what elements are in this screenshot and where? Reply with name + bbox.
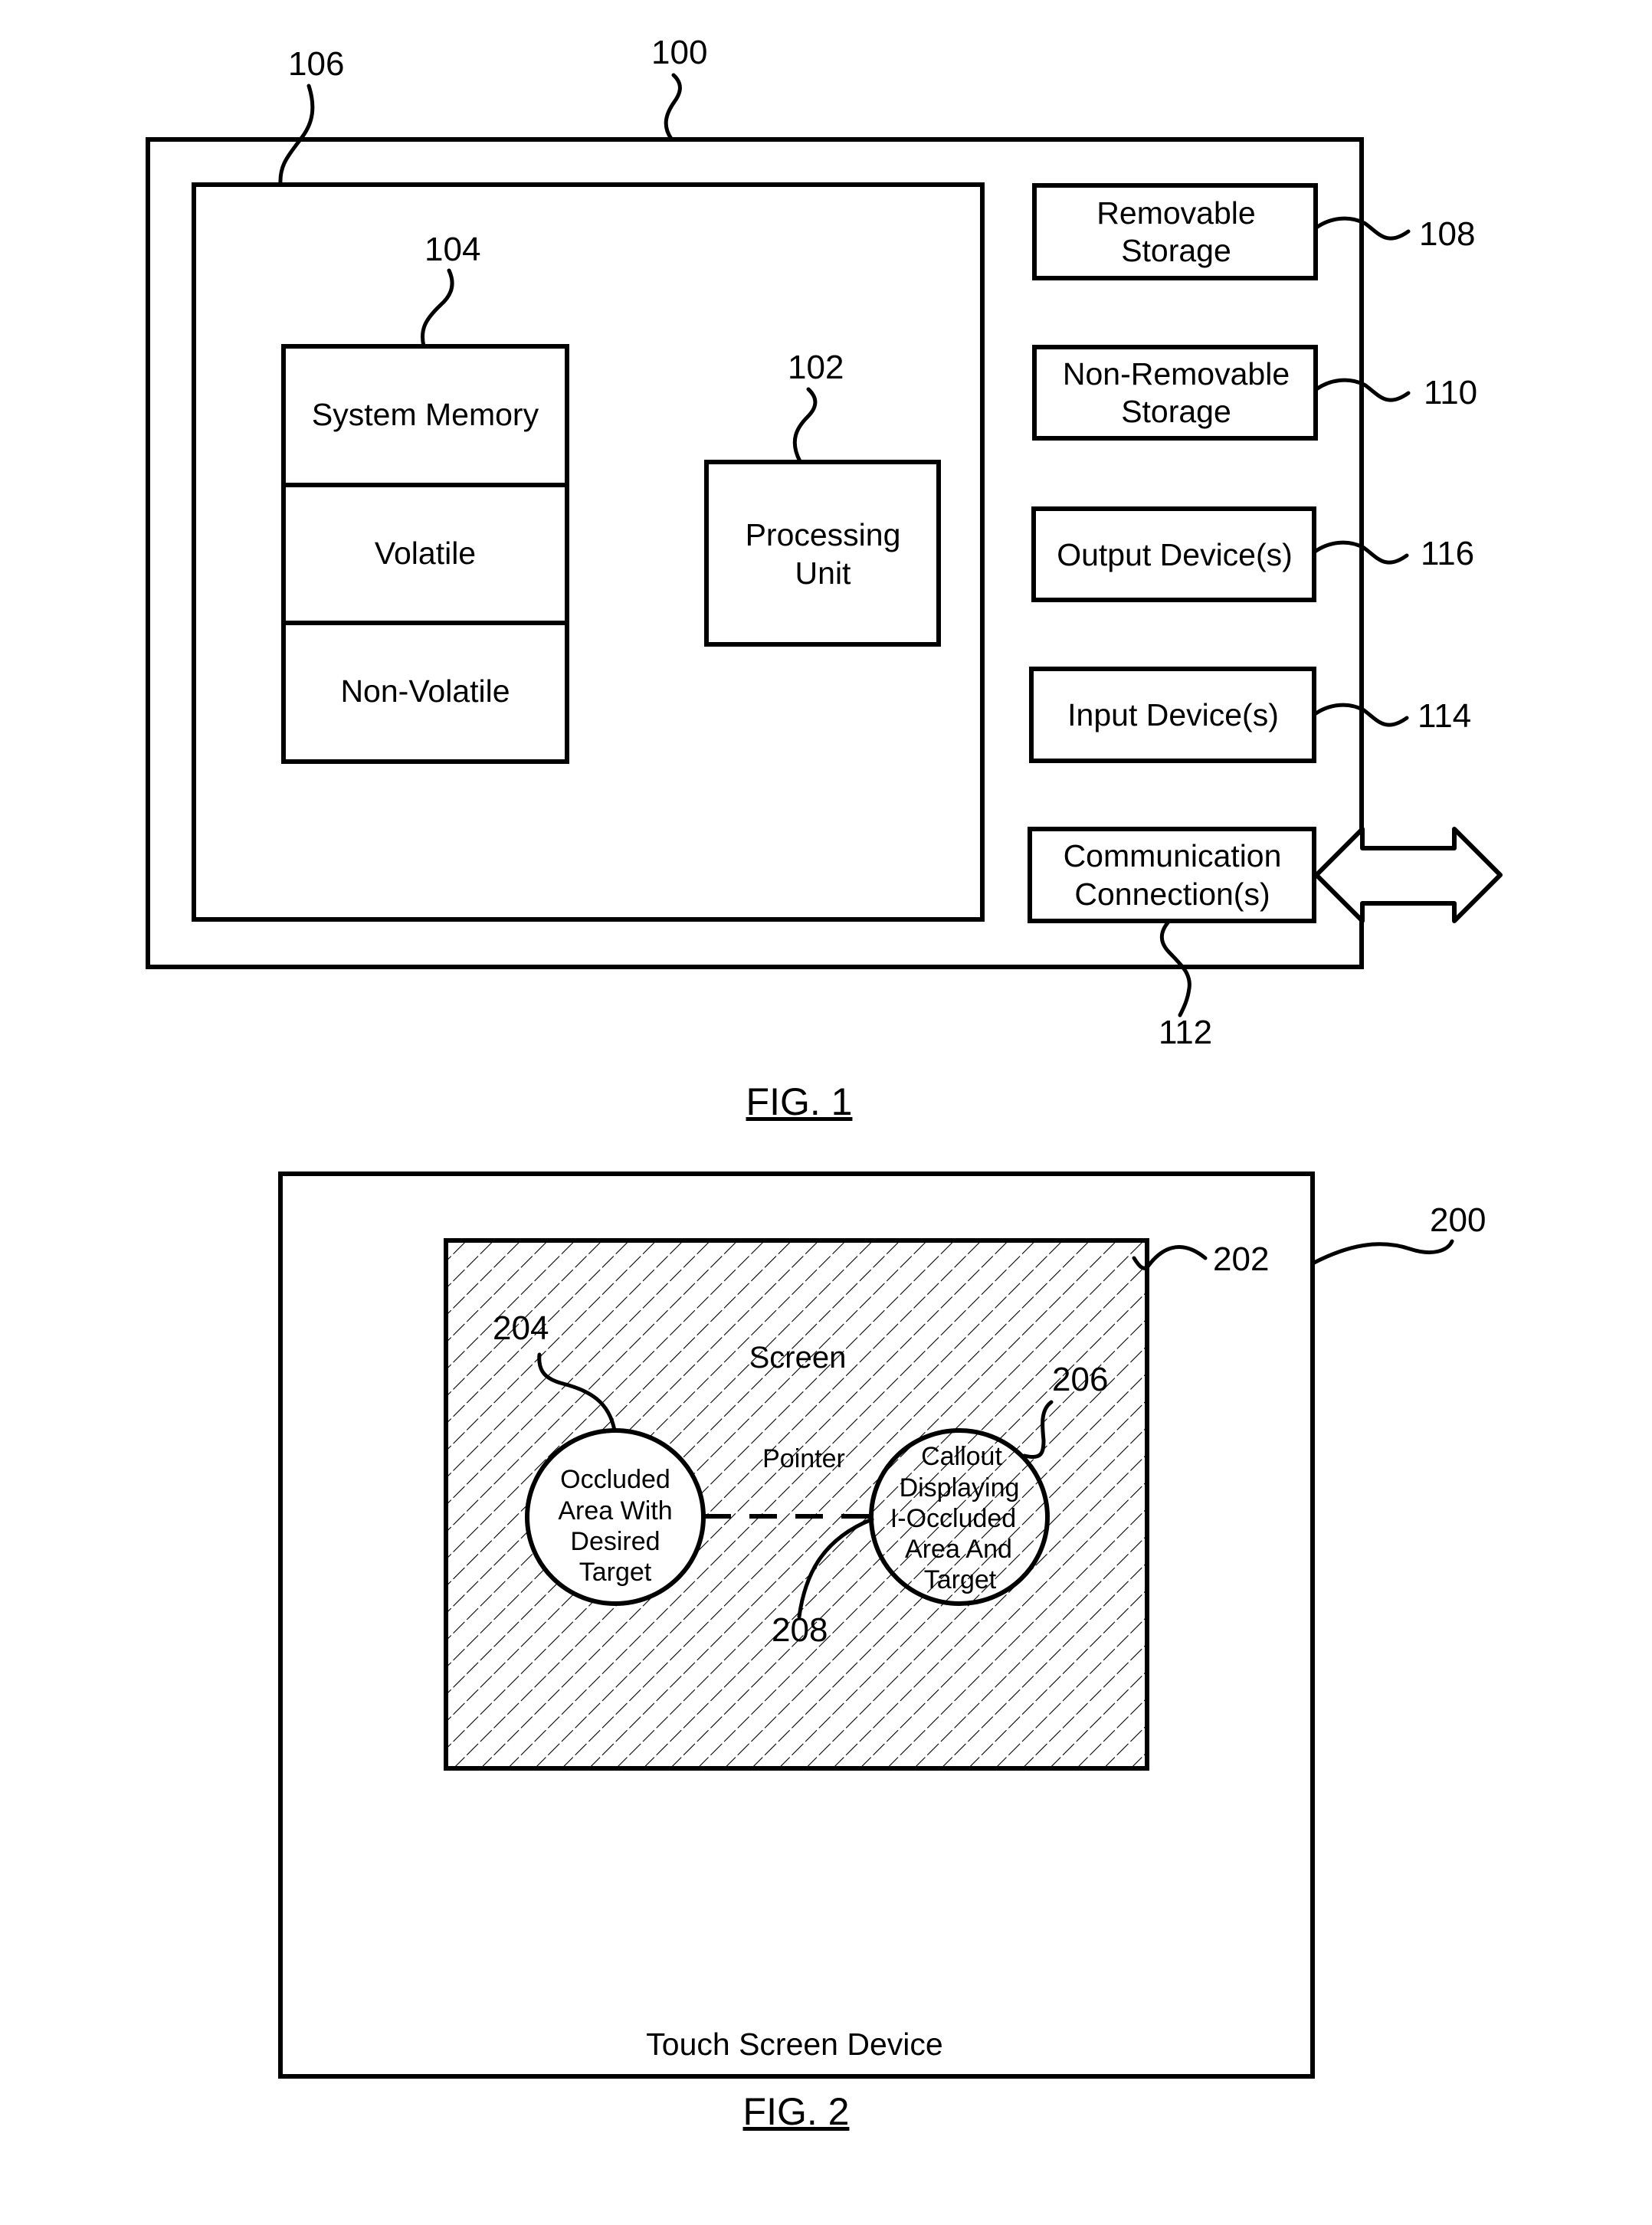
removable-storage-label-line2: Storage (1121, 233, 1231, 268)
figure-1: System Memory Volatile Non-Volatile Proc… (146, 34, 1503, 1123)
output-devices-block: Output Device(s) (1031, 506, 1316, 602)
callout-line4: Area And (905, 1535, 1012, 1564)
communication-label-line1: Communication (1064, 838, 1282, 873)
non-removable-storage-label-line2: Storage (1121, 394, 1231, 429)
leader-200 (1312, 1239, 1454, 1265)
output-devices-label: Output Device(s) (1057, 537, 1293, 572)
processing-unit-label-line2: Unit (795, 555, 852, 591)
ref-206: 206 (1052, 1361, 1108, 1398)
figure-1-caption: FIG. 1 (746, 1080, 853, 1123)
non-removable-storage-label-line1: Non-Removable (1063, 356, 1290, 392)
screen-label: Screen (749, 1341, 847, 1375)
ref-202: 202 (1213, 1240, 1269, 1278)
system-memory-label: System Memory (312, 397, 539, 432)
communication-label-line2: Connection(s) (1074, 877, 1270, 912)
pointer-label: Pointer (762, 1444, 845, 1473)
non-removable-storage-block: Non-Removable Storage (1032, 345, 1318, 441)
ref-112: 112 (1159, 1014, 1212, 1051)
input-devices-block: Input Device(s) (1029, 667, 1316, 763)
ref-204: 204 (493, 1309, 549, 1347)
processing-unit-label-line1: Processing (746, 517, 901, 552)
ref-114: 114 (1418, 697, 1471, 735)
system-memory-block: System Memory Volatile Non-Volatile (281, 344, 569, 764)
ref-100: 100 (651, 34, 707, 71)
figure-2-caption: FIG. 2 (743, 2090, 850, 2133)
non-volatile-label: Non-Volatile (340, 673, 510, 709)
ref-106: 106 (288, 45, 344, 83)
occluded-area-circle: Occluded Area With Desired Target (525, 1428, 706, 1606)
removable-storage-block: Removable Storage (1032, 183, 1318, 280)
removable-storage-label-line1: Removable (1096, 195, 1255, 231)
ref-110: 110 (1424, 374, 1477, 411)
volatile-label: Volatile (375, 536, 476, 571)
occluded-area-line4: Target (579, 1558, 652, 1587)
ref-104: 104 (424, 231, 480, 268)
ref-200: 200 (1430, 1201, 1486, 1239)
input-devices-label: Input Device(s) (1067, 697, 1279, 732)
ref-208: 208 (772, 1611, 828, 1649)
touch-screen-device-label: Touch Screen Device (646, 2027, 942, 2062)
leader-100 (664, 73, 682, 141)
callout-line2: Displaying (900, 1473, 1020, 1502)
processing-unit-block: Processing Unit (704, 460, 941, 647)
occluded-area-line2: Area With (558, 1496, 672, 1525)
patent-drawing-sheet: System Memory Volatile Non-Volatile Proc… (146, 34, 1503, 2133)
ref-116: 116 (1421, 535, 1474, 572)
callout-line5: Target (924, 1565, 997, 1594)
ref-108: 108 (1419, 215, 1475, 253)
occluded-area-line1: Occluded (560, 1465, 670, 1494)
ref-102: 102 (788, 349, 844, 386)
callout-line1: Callout (921, 1442, 1002, 1471)
callout-line3: I-Occluded (890, 1504, 1016, 1533)
communication-connections-block: Communication Connection(s) (1028, 827, 1316, 923)
figure-2: Screen Pointer Occluded Area With Desire… (278, 1171, 1486, 2133)
occluded-area-line3: Desired (570, 1527, 660, 1556)
